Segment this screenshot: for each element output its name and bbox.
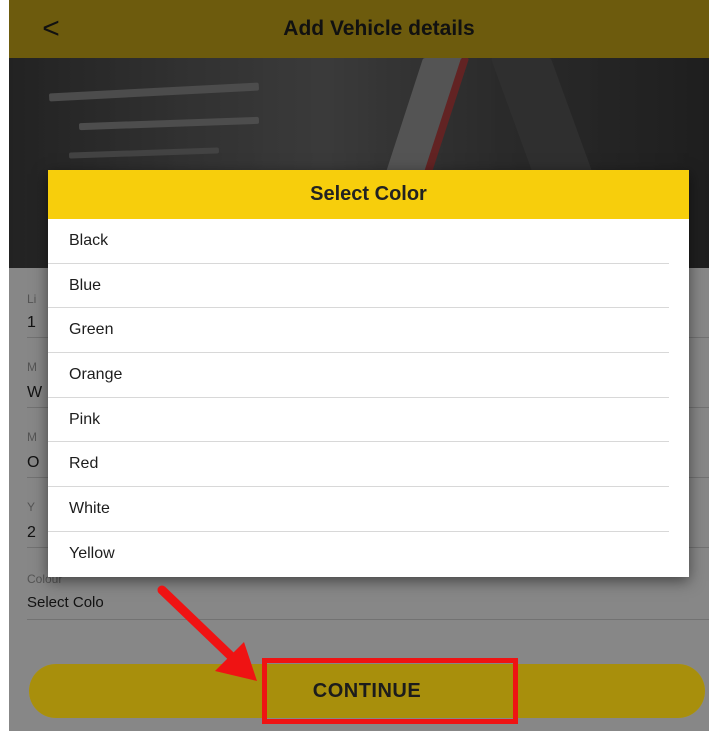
annotation-arrow-icon — [157, 585, 257, 681]
